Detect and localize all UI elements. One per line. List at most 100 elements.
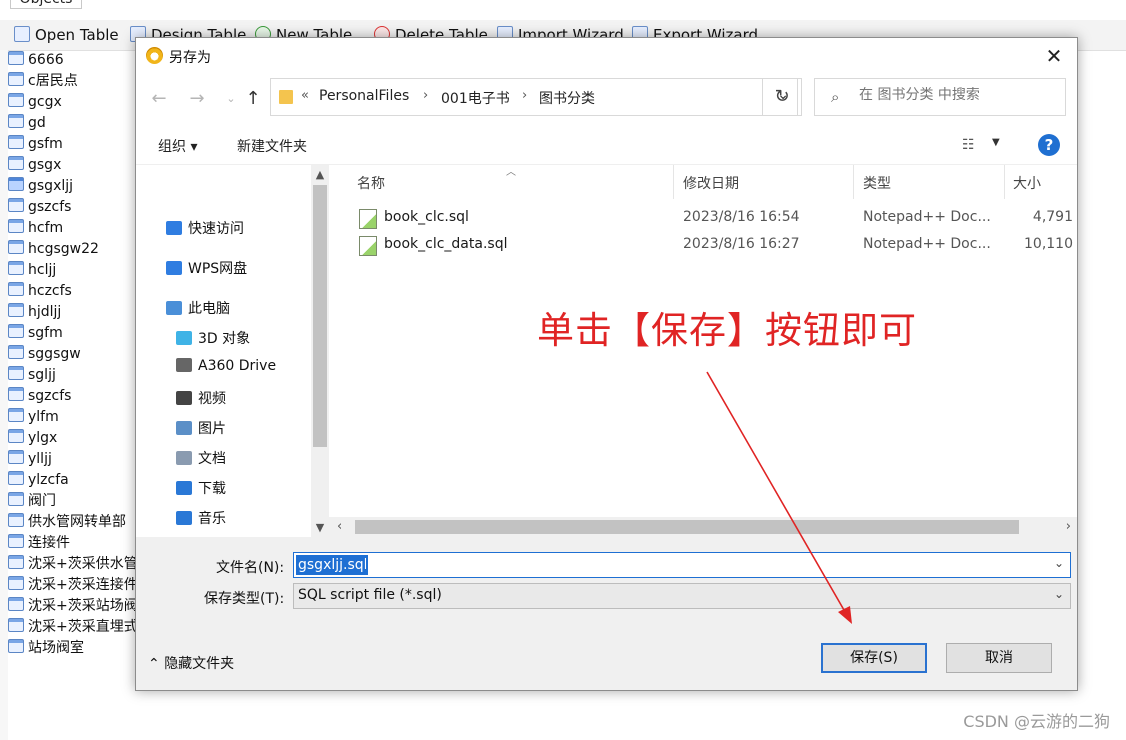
scroll-up-icon[interactable]: ▲ [311,168,329,181]
table-list-item[interactable]: gcgx [8,92,138,113]
table-list-item[interactable]: sggsgw [8,344,138,365]
objects-tab[interactable]: Objects [10,0,82,9]
table-list: 6666 c居民点 gcgx gd gsfm gsgx gsgxljj gszcfs hcfm h… [8,50,138,659]
cancel-button[interactable]: 取消 [946,643,1052,673]
nav-item[interactable]: 此电脑 [166,298,230,318]
filename-input[interactable] [296,555,368,575]
table-list-item[interactable]: ylljj [8,449,138,470]
table-list-item[interactable]: 连接件 [8,533,138,554]
nav-item[interactable]: 文档 [176,448,226,468]
table-name: hjdljj [28,304,62,320]
table-list-item[interactable]: sgljj [8,365,138,386]
filetype-select[interactable]: SQL script file (*.sql) ⌄ [293,583,1071,609]
close-button[interactable]: ✕ [1031,38,1077,74]
table-list-item[interactable]: hcfm [8,218,138,239]
view-dropdown-icon[interactable]: ▼ [992,137,1000,148]
refresh-button[interactable]: ↻ [762,78,802,116]
table-list-item[interactable]: ylfm [8,407,138,428]
nav-scrollbar[interactable]: ▲ ▼ [311,165,329,537]
scroll-right-icon[interactable]: › [1066,519,1071,534]
nav-item[interactable]: 下载 [176,478,226,498]
column-divider[interactable] [673,165,674,199]
chevron-down-icon[interactable]: ⌄ [1054,587,1064,601]
dialog-titlebar[interactable]: 另存为 ✕ [136,38,1077,74]
search-box[interactable]: ⌕ [814,78,1066,116]
table-list-item[interactable]: 阀门 [8,491,138,512]
open-table-button[interactable]: Open Table [14,24,119,46]
table-list-item[interactable]: c居民点 [8,71,138,92]
nav-item[interactable]: A360 Drive [176,358,276,374]
save-button[interactable]: 保存(S) [821,643,927,673]
column-divider[interactable] [853,165,854,199]
new-folder-button[interactable]: 新建文件夹 [237,136,307,156]
nav-item[interactable]: WPS网盘 [166,258,247,278]
nav-item[interactable]: 音乐 [176,508,226,528]
nav-item[interactable]: 视频 [176,388,226,408]
nav-item[interactable]: 图片 [176,418,226,438]
scroll-left-icon[interactable]: ‹ [337,519,342,534]
chevron-right-icon[interactable]: › [423,88,428,103]
csdn-watermark: CSDN @云游的二狗 [963,712,1110,731]
breadcrumb-personalfiles[interactable]: PersonalFiles [319,88,409,104]
table-list-item[interactable]: sgzcfs [8,386,138,407]
table-list-item[interactable]: ylgx [8,428,138,449]
help-icon[interactable]: ? [1038,134,1060,156]
table-list-item[interactable]: 沈采+茨采连接件 [8,575,138,596]
search-input[interactable] [859,87,1059,103]
column-size[interactable]: 大小 [1013,173,1041,193]
back-arrow-icon[interactable]: ← [148,88,170,110]
nav-item[interactable]: 快速访问 [166,218,244,238]
table-list-item[interactable]: 供水管网转单部 [8,512,138,533]
recent-dropdown-icon[interactable]: ⌄ [220,88,242,110]
table-list-item[interactable]: 站场阀室 [8,638,138,659]
chevron-down-icon[interactable]: ⌄ [1054,556,1064,570]
nav-item-label: 音乐 [198,511,226,527]
column-name[interactable]: 名称 [357,173,385,193]
table-list-item[interactable]: gd [8,113,138,134]
table-list-item[interactable]: 沈采+茨采站场阀 [8,596,138,617]
file-type: Notepad++ Doc... [863,236,991,252]
table-list-item[interactable]: 沈采+茨采供水管 [8,554,138,575]
forward-arrow-icon[interactable]: → [186,88,208,110]
table-list-item[interactable]: gsgxljj [8,176,138,197]
chevron-right-icon[interactable]: › [522,88,527,103]
organize-button[interactable]: 组织 ▾ [158,136,197,156]
breadcrumb-overflow[interactable]: « [301,88,309,103]
file-row[interactable]: book_clc_data.sql 2023/8/16 16:27 Notepa… [329,232,1077,259]
table-list-item[interactable]: hcgsgw22 [8,239,138,260]
table-list-item[interactable]: hczcfs [8,281,138,302]
table-list-item[interactable]: sgfm [8,323,138,344]
nav-item[interactable]: 3D 对象 [176,328,250,348]
file-row[interactable]: book_clc.sql 2023/8/16 16:54 Notepad++ D… [329,205,1077,232]
table-name: 沈采+茨采直埋式 [28,619,138,635]
scroll-thumb[interactable] [313,185,327,447]
view-options-icon[interactable]: ☷ [962,137,975,153]
nav-item-label: 快速访问 [188,221,244,237]
table-name: gd [28,115,46,131]
table-name: hcljj [28,262,57,278]
breadcrumb-ebooks[interactable]: 001电子书 [441,88,510,108]
file-type: Notepad++ Doc... [863,209,991,225]
scroll-down-icon[interactable]: ▼ [311,521,329,534]
table-list-item[interactable]: hcljj [8,260,138,281]
table-list-item[interactable]: hjdljj [8,302,138,323]
filename-field[interactable]: ⌄ [293,552,1071,578]
scroll-thumb[interactable] [355,520,1019,534]
table-list-item[interactable]: ylzcfa [8,470,138,491]
table-list-item[interactable]: gsgx [8,155,138,176]
table-icon [8,429,24,443]
table-list-item[interactable]: gszcfs [8,197,138,218]
column-divider[interactable] [1004,165,1005,199]
table-list-item[interactable]: gsfm [8,134,138,155]
up-arrow-icon[interactable]: ↑ [242,88,264,110]
hide-folders-toggle[interactable]: ⌃ 隐藏文件夹 [148,653,234,673]
address-bar[interactable]: « PersonalFiles › 001电子书 › 图书分类 ⌄ [270,78,798,116]
breadcrumb-book-category[interactable]: 图书分类 [539,88,595,108]
table-list-item[interactable]: 6666 [8,50,138,71]
table-list-item[interactable]: 沈采+茨采直埋式 [8,617,138,638]
horizontal-scrollbar[interactable]: ‹ › [329,517,1077,537]
drive-icon [176,358,192,372]
table-icon [8,198,24,212]
column-modified[interactable]: 修改日期 [683,173,739,193]
column-type[interactable]: 类型 [863,173,891,193]
